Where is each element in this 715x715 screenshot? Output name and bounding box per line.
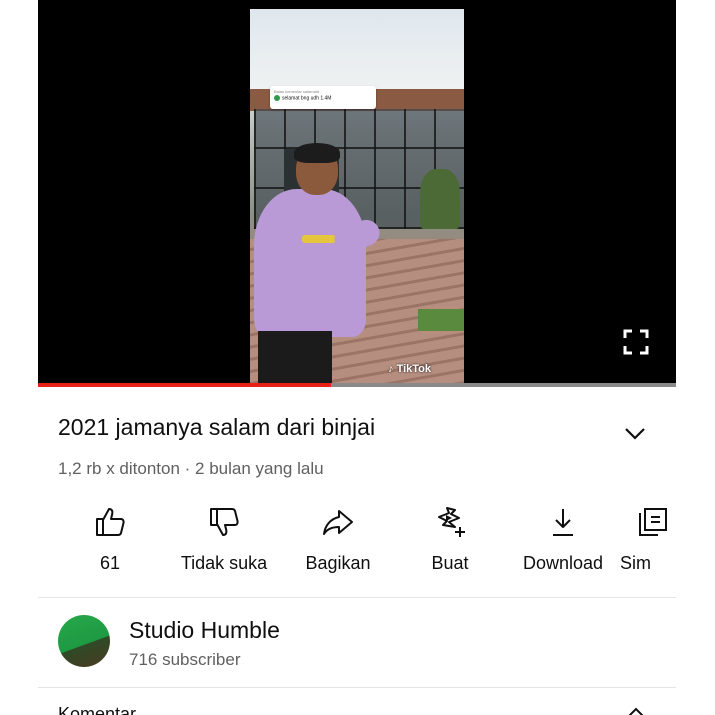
person-figure <box>254 189 366 337</box>
thumbs-up-icon <box>96 508 125 536</box>
dislike-label: Tidak suka <box>180 553 268 573</box>
progress-bar[interactable] <box>38 383 676 387</box>
channel-avatar[interactable] <box>58 615 110 667</box>
save-label: Sim <box>620 553 651 573</box>
create-button[interactable]: Buat <box>390 505 510 580</box>
action-bar: 61 Tidak suka Bagikan Buat Download Sim <box>38 505 676 585</box>
overlay-comment-text: selamat bng udh 1.4M <box>282 95 332 102</box>
save-playlist-icon <box>639 508 667 536</box>
tiktok-watermark: ♪ TikTok <box>388 363 431 375</box>
chevron-up-icon[interactable] <box>626 706 646 715</box>
watch-page: Balas komentar salamatd selamat bng udh … <box>38 0 676 715</box>
progress-bar-fill <box>38 383 332 387</box>
download-button[interactable]: Download <box>503 505 623 580</box>
like-count: 61 <box>99 553 121 573</box>
video-title: 2021 jamanya salam dari binjai <box>58 414 376 440</box>
divider <box>38 687 676 688</box>
dislike-button[interactable]: Tidak suka <box>164 505 284 580</box>
overlay-comment-header: Balas komentar salamatd <box>274 89 320 94</box>
video-player[interactable]: Balas komentar salamatd selamat bng udh … <box>38 0 676 387</box>
comments-header[interactable]: Komentar <box>58 704 136 715</box>
video-frame[interactable]: Balas komentar salamatd selamat bng udh … <box>250 9 464 385</box>
remix-icon <box>438 507 465 537</box>
share-icon <box>323 510 353 535</box>
download-icon <box>553 509 573 536</box>
channel-name[interactable]: Studio Humble <box>129 617 280 644</box>
video-meta: 1,2 rb x ditonton · 2 bulan yang lalu <box>58 459 324 478</box>
chevron-down-icon[interactable] <box>621 422 649 444</box>
like-button[interactable]: 61 <box>50 505 170 580</box>
create-label: Buat <box>431 553 469 573</box>
subscriber-count: 716 subscriber <box>129 650 241 669</box>
fullscreen-icon[interactable] <box>621 327 651 357</box>
divider <box>38 597 676 598</box>
save-button[interactable]: Sim <box>616 505 676 580</box>
share-label: Bagikan <box>305 553 371 573</box>
download-label: Download <box>522 553 604 573</box>
avatar-dot-icon <box>274 95 280 101</box>
thumbs-down-icon <box>210 508 239 536</box>
share-button[interactable]: Bagikan <box>278 505 398 580</box>
overlay-comment-bubble: Balas komentar salamatd selamat bng udh … <box>270 86 376 109</box>
